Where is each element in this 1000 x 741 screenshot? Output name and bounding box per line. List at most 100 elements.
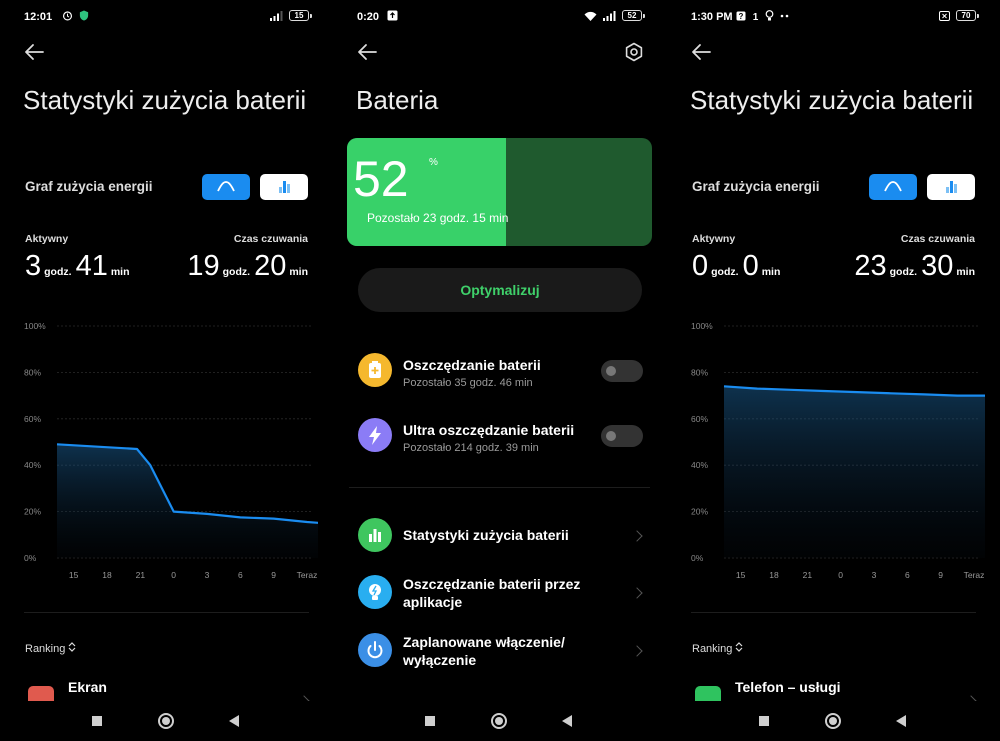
lightning-icon bbox=[358, 418, 392, 452]
optimize-button[interactable]: Optymalizuj bbox=[358, 268, 642, 312]
battery-percent: 52 bbox=[353, 151, 409, 207]
battery-usage-chart[interactable]: 100% 80% 60% 40% 20% 0% 15 18 21 0 3 6 9 Teraz bbox=[22, 318, 318, 584]
y-tick-label: 20% bbox=[24, 507, 41, 517]
x-tick-label: 18 bbox=[102, 570, 112, 580]
active-hours-unit: godz. bbox=[44, 266, 72, 278]
item-title: Statystyki zużycia baterii bbox=[403, 527, 569, 543]
battery-indicator: 52 bbox=[622, 10, 645, 21]
y-tick-label: 80% bbox=[24, 367, 41, 377]
battery-saver-switch[interactable] bbox=[601, 360, 643, 382]
graph-label: Graf zużycia energii bbox=[25, 179, 153, 194]
alarm-icon bbox=[62, 11, 73, 21]
item-title: Zaplanowane włączenie/ wyłączenie bbox=[403, 634, 565, 668]
back-arrow-icon[interactable] bbox=[24, 42, 44, 62]
standby-hours: 19 bbox=[187, 250, 220, 282]
bar-graph-toggle[interactable] bbox=[927, 174, 975, 200]
standby-label: Czas czuwania bbox=[233, 233, 308, 245]
swap-vertical-icon bbox=[68, 642, 76, 652]
nav-bar bbox=[667, 701, 1000, 741]
line-graph-toggle[interactable] bbox=[202, 174, 250, 200]
divider bbox=[691, 612, 976, 613]
y-tick-label: 80% bbox=[691, 367, 708, 377]
back-button[interactable] bbox=[229, 715, 239, 727]
item-title: Ultra oszczędzanie baterii bbox=[403, 422, 575, 438]
item-subtitle: Pozostało 214 godz. 39 min bbox=[403, 442, 539, 454]
signal-icon bbox=[270, 10, 283, 21]
x-tick-label: 15 bbox=[69, 570, 79, 580]
x-tick-label: 9 bbox=[938, 570, 943, 580]
chevron-right-icon bbox=[631, 645, 643, 657]
standby-minutes: 30 bbox=[921, 250, 954, 282]
back-arrow-icon[interactable] bbox=[691, 42, 711, 62]
y-tick-label: 100% bbox=[24, 321, 46, 331]
rank-item-first[interactable]: Ekran bbox=[68, 679, 107, 695]
svg-text:?: ? bbox=[739, 12, 744, 21]
rank-item-first[interactable]: Telefon – usługi bbox=[735, 679, 841, 695]
home-button[interactable] bbox=[491, 713, 507, 729]
gear-icon[interactable] bbox=[624, 42, 644, 62]
ranking-label: Ranking bbox=[692, 643, 733, 655]
question-icon: ? bbox=[736, 11, 746, 21]
active-label: Aktywny bbox=[25, 233, 69, 245]
y-tick-label: 40% bbox=[691, 460, 708, 470]
percent-sign: % bbox=[429, 157, 438, 168]
battery-indicator: 15 bbox=[289, 10, 312, 21]
recents-button[interactable] bbox=[425, 716, 435, 726]
y-tick-label: 60% bbox=[691, 414, 708, 424]
bar-chart-icon bbox=[946, 181, 957, 193]
x-tick-label: 3 bbox=[872, 570, 877, 580]
battery-usage-chart[interactable]: 100% 80% 60% 40% 20% 0% 15 18 21 0 3 6 9 Teraz bbox=[689, 318, 985, 584]
x-tick-label: Teraz bbox=[964, 570, 985, 580]
active-time: 0 godz. 0 min bbox=[692, 250, 784, 283]
ranking-sort[interactable]: Ranking bbox=[692, 642, 743, 655]
ranking-sort[interactable]: Ranking bbox=[25, 642, 76, 655]
battery-stats-screen-1: 12:01 15 Statystyki zużycia baterii Graf… bbox=[0, 0, 333, 741]
shield-icon bbox=[79, 10, 89, 21]
nav-bar bbox=[333, 701, 666, 741]
x-tick-label: 3 bbox=[205, 570, 210, 580]
battery-saver-icon bbox=[358, 353, 392, 387]
recents-button[interactable] bbox=[92, 716, 102, 726]
x-tick-label: 18 bbox=[769, 570, 779, 580]
x-tick-label: 21 bbox=[136, 570, 146, 580]
ultra-battery-saver-switch[interactable] bbox=[601, 425, 643, 447]
y-tick-label: 60% bbox=[24, 414, 41, 424]
page-title: Statystyki zużycia baterii bbox=[690, 85, 974, 115]
back-arrow-icon[interactable] bbox=[357, 42, 377, 62]
back-button[interactable] bbox=[896, 715, 906, 727]
x-tick-label: 6 bbox=[905, 570, 910, 580]
bar-graph-toggle[interactable] bbox=[260, 174, 308, 200]
standby-minutes-unit: min bbox=[289, 266, 308, 278]
bar-chart-icon bbox=[358, 518, 392, 552]
active-hours: 3 bbox=[25, 250, 42, 282]
standby-label: Czas czuwania bbox=[900, 233, 975, 245]
active-time: 3 godz. 41 min bbox=[25, 250, 134, 283]
recents-button[interactable] bbox=[759, 716, 769, 726]
y-tick-label: 0% bbox=[691, 553, 704, 563]
no-sim-icon bbox=[939, 10, 950, 21]
back-button[interactable] bbox=[562, 715, 572, 727]
x-tick-label: 6 bbox=[238, 570, 243, 580]
active-minutes: 41 bbox=[75, 250, 108, 282]
y-tick-label: 20% bbox=[691, 507, 708, 517]
y-tick-label: 0% bbox=[24, 553, 37, 563]
active-hours: 0 bbox=[692, 250, 709, 282]
home-button[interactable] bbox=[158, 713, 174, 729]
status-bar: 1:30 PM ? 1 70 bbox=[691, 10, 979, 26]
y-tick-label: 40% bbox=[24, 460, 41, 470]
battery-indicator: 70 bbox=[956, 10, 979, 21]
power-icon bbox=[358, 633, 392, 667]
status-time: 12:01 bbox=[24, 11, 53, 23]
page-title: Bateria bbox=[356, 85, 439, 115]
x-tick-label: 0 bbox=[838, 570, 843, 580]
home-button[interactable] bbox=[825, 713, 841, 729]
lightbulb-status-icon bbox=[765, 10, 774, 21]
x-tick-label: 0 bbox=[171, 570, 176, 580]
chart-area bbox=[724, 386, 985, 558]
item-title: Oszczędzanie baterii przez aplikacje bbox=[403, 576, 581, 610]
item-subtitle: Pozostało 35 godz. 46 min bbox=[403, 377, 533, 389]
line-graph-toggle[interactable] bbox=[869, 174, 917, 200]
upload-icon bbox=[387, 10, 398, 21]
swap-vertical-icon bbox=[735, 642, 743, 652]
y-tick-label: 100% bbox=[691, 321, 713, 331]
